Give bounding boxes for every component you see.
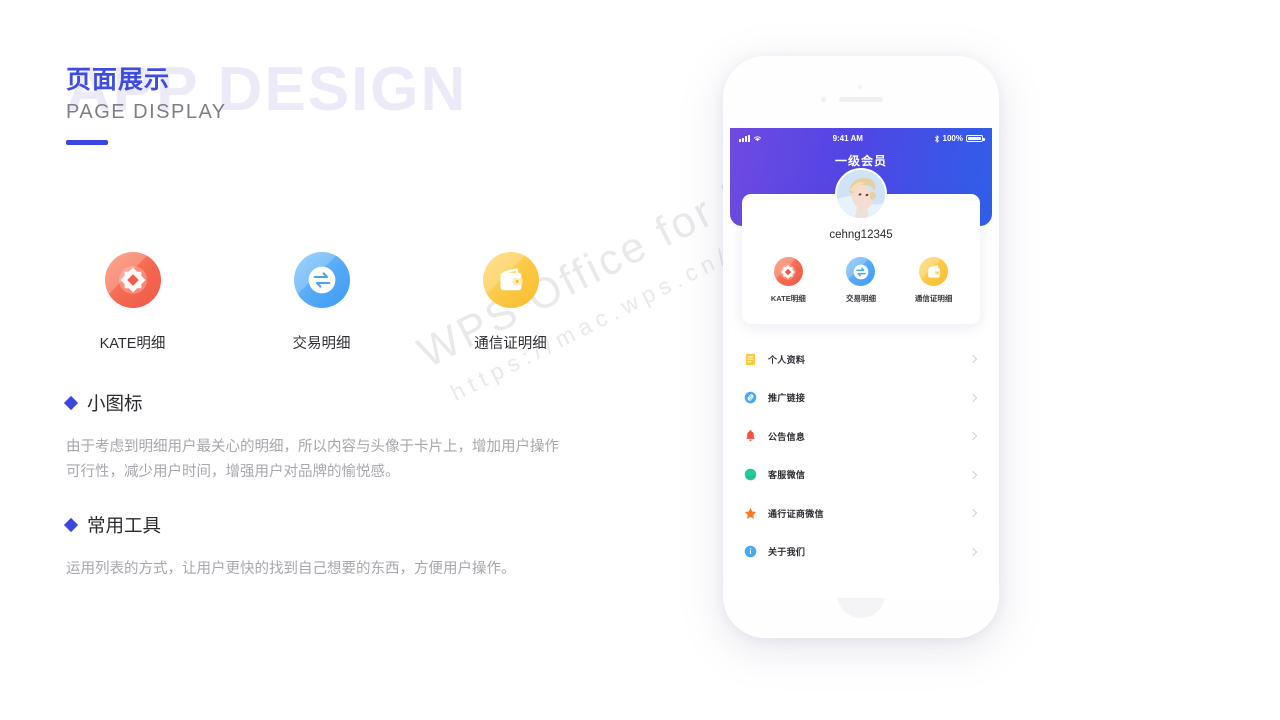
app-nav-title: 一级会员 — [834, 154, 887, 168]
section-title-text: 小图标 — [87, 393, 143, 414]
status-bar: 9:41 AM 100% — [730, 128, 992, 143]
section-body-text: 运用列表的方式，让用户更快的找到自己想要的东西，方便用户操作。 — [66, 561, 516, 577]
status-bar-time: 9:41 AM — [832, 134, 863, 143]
wallet-icon — [919, 257, 949, 286]
page-title-en: PAGE DISPLAY — [66, 100, 227, 123]
info-circle-icon — [744, 545, 757, 558]
diamond-bullet-icon — [63, 517, 79, 533]
earpiece-speaker — [839, 97, 883, 102]
wifi-icon — [753, 136, 762, 142]
chevron-right-icon — [968, 547, 978, 556]
page-header: 页面展示 PAGE DISPLAY — [66, 64, 227, 145]
battery-percent-label: 100% — [942, 134, 963, 143]
menu-item-label: 公告信息 — [768, 431, 806, 442]
card-shortcut-wallet[interactable]: 通信证明细 — [902, 257, 966, 304]
username-label: cehng12345 — [829, 229, 893, 241]
kate-diamond-icon — [104, 252, 161, 308]
card-shortcut-label: 通信证明细 — [914, 294, 953, 303]
menu-list: 个人资料 推广链接 公告信息 客服微信 通行证商微信 关于我们 — [730, 340, 992, 571]
diamond-bullet-icon — [63, 395, 79, 411]
section-common-tools: 常用工具 运用列表的方式，让用户更快的找到自己想要的东西，方便用户操作。 — [63, 512, 586, 582]
page-root: APP DESIGN WPS Office for Mac https://ma… — [0, 0, 1280, 720]
card-shortcut-exchange[interactable]: 交易明细 — [829, 257, 893, 304]
section-title: 常用工具 — [63, 512, 586, 538]
icon-showcase-item-kate[interactable]: KATE明细 — [66, 252, 199, 353]
phone-mockup: 9:41 AM 100% 一级会员 cehng12345 KATE明细 交易明细… — [723, 56, 999, 638]
page-title-cn: 页面展示 — [66, 66, 171, 94]
icon-showcase-label: KATE明细 — [99, 336, 166, 352]
menu-item-support-wechat[interactable]: 客服微信 — [744, 456, 978, 495]
section-body-text: 由于考虑到明细用户最关心的明细，所以内容与头像于卡片上，增加用户操作可行性，减少… — [66, 439, 559, 481]
section-title-text: 常用工具 — [87, 515, 162, 536]
chevron-right-icon — [968, 432, 978, 441]
front-camera-icon — [858, 85, 862, 89]
signal-bars-icon — [739, 135, 750, 142]
card-shortcut-kate[interactable]: KATE明细 — [756, 257, 820, 304]
document-icon — [744, 353, 757, 366]
battery-full-icon — [965, 134, 985, 143]
bell-icon — [744, 429, 757, 443]
icon-showcase-item-exchange[interactable]: 交易明细 — [255, 252, 388, 353]
wallet-icon — [482, 252, 539, 308]
menu-item-announcements[interactable]: 公告信息 — [744, 417, 978, 456]
phone-screen: 9:41 AM 100% 一级会员 cehng12345 KATE明细 交易明细… — [730, 128, 992, 598]
menu-item-passport-wechat[interactable]: 通行证商微信 — [744, 494, 978, 533]
sensor-dot — [821, 97, 826, 102]
section-title: 小图标 — [63, 390, 586, 416]
menu-item-profile[interactable]: 个人资料 — [744, 340, 978, 379]
title-underline — [66, 139, 108, 145]
chevron-right-icon — [968, 355, 978, 364]
icon-showcase-item-wallet[interactable]: 通信证明细 — [444, 252, 577, 353]
card-shortcut-row: KATE明细 交易明细 通信证明细 — [742, 257, 980, 304]
exchange-arrows-icon — [293, 252, 350, 308]
kate-diamond-icon — [773, 257, 803, 286]
menu-item-promo-link[interactable]: 推广链接 — [744, 379, 978, 418]
avatar[interactable] — [835, 168, 887, 220]
bluetooth-icon — [934, 134, 939, 143]
chevron-right-icon — [968, 509, 978, 518]
menu-item-label: 个人资料 — [768, 354, 806, 365]
chevron-right-icon — [968, 393, 978, 402]
menu-item-about-us[interactable]: 关于我们 — [744, 533, 978, 572]
menu-item-label: 客服微信 — [768, 470, 806, 481]
menu-item-label: 通行证商微信 — [768, 508, 824, 519]
section-small-icons: 小图标 由于考虑到明细用户最关心的明细，所以内容与头像于卡片上，增加用户操作可行… — [63, 390, 586, 486]
card-shortcut-label: 交易明细 — [845, 294, 876, 303]
icon-showcase-label: 交易明细 — [292, 336, 351, 352]
chevron-right-icon — [968, 470, 978, 479]
link-icon — [744, 391, 757, 404]
card-shortcut-label: KATE明细 — [770, 294, 806, 303]
icon-showcase-row: KATE明细 交易明细 通信证明细 — [66, 252, 577, 353]
icon-showcase-label: 通信证明细 — [474, 336, 547, 352]
profile-card: cehng12345 KATE明细 交易明细 通信证明细 — [742, 168, 980, 324]
menu-item-label: 推广链接 — [768, 393, 806, 404]
exchange-arrows-icon — [846, 257, 876, 286]
chat-circle-icon — [744, 468, 757, 481]
menu-item-label: 关于我们 — [768, 547, 806, 558]
star-icon — [744, 507, 757, 520]
